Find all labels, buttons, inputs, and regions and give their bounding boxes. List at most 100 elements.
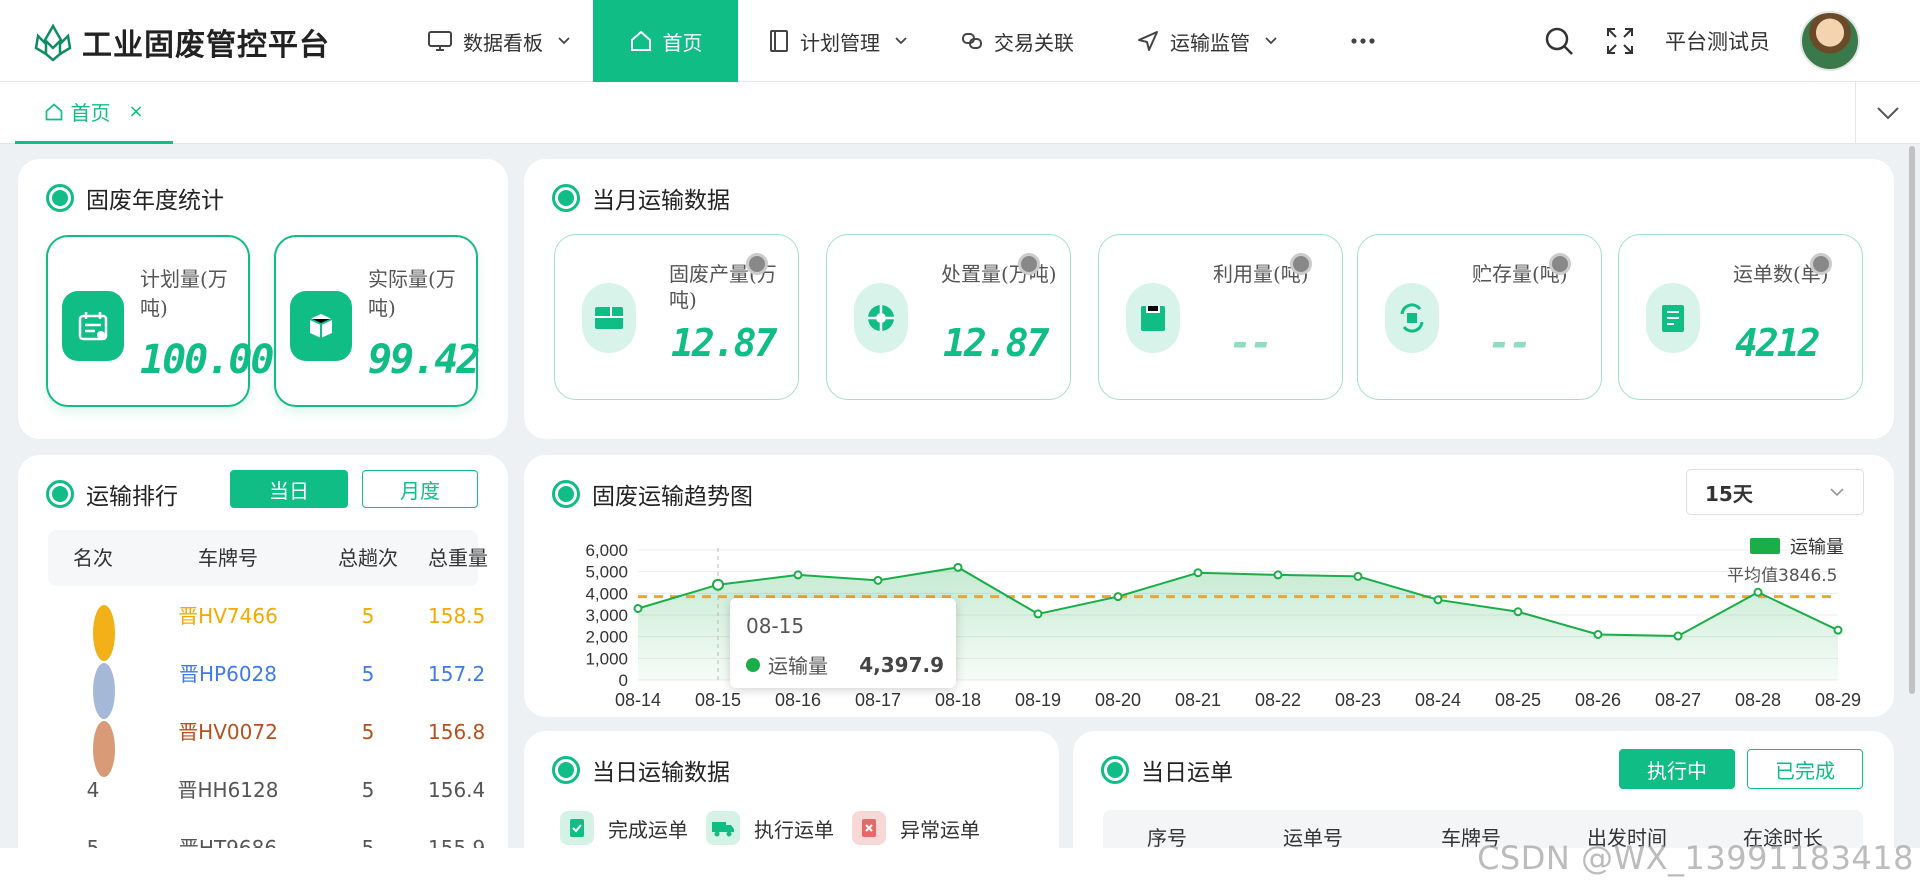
ranking-table-header: 名次 车牌号 总趟次 总重量 <box>48 530 488 586</box>
data-point <box>1673 631 1683 641</box>
link-icon[interactable] <box>1018 253 1040 275</box>
weight-cell: 156.4 <box>428 778 486 802</box>
y-tick-label: 6,000 <box>585 541 628 560</box>
trips-cell: 5 <box>361 604 375 628</box>
orders-done-tab[interactable]: 已完成 <box>1747 749 1863 789</box>
truck-icon <box>706 811 740 845</box>
range-select[interactable]: 15天 <box>1686 469 1864 515</box>
ranking-month-tab[interactable]: 月度 <box>362 470 478 508</box>
chart-tooltip: 08-15 运输量 4,397.9 <box>730 598 956 688</box>
avatar[interactable] <box>1800 11 1860 71</box>
nav-item-transport[interactable]: 运输监管 <box>1096 0 1300 82</box>
plate-cell: 晋HT9686 <box>178 836 278 849</box>
link-icon[interactable] <box>1290 253 1312 275</box>
x-tick-label: 08-26 <box>1575 690 1621 710</box>
box-icon <box>290 291 352 361</box>
orders-title: 当日运单 <box>1141 760 1233 786</box>
data-point <box>1033 609 1043 619</box>
y-tick-label: 0 <box>619 671 628 690</box>
title-dot-icon <box>1101 756 1129 784</box>
legend-exception[interactable]: 异常运单 <box>852 811 980 845</box>
monthly-value: -- <box>1488 321 1532 365</box>
monitor-icon <box>428 31 452 51</box>
annual-actual-label: 实际量(万吨) <box>368 267 456 320</box>
page-scrollbar[interactable] <box>1907 144 1917 694</box>
data-point <box>1753 587 1763 597</box>
nav-label-home: 首页 <box>662 30 703 55</box>
legend-swatch <box>1750 538 1780 554</box>
tabs-bar: 首页 × <box>0 82 1920 144</box>
legend-running[interactable]: 执行运单 <box>706 811 834 845</box>
home-icon <box>630 30 651 51</box>
title-dot-icon <box>46 480 74 508</box>
tabs-dropdown-button[interactable] <box>1855 82 1920 144</box>
trend-title: 固废运输趋势图 <box>592 484 753 510</box>
fullscreen-icon[interactable] <box>1605 26 1635 56</box>
monthly-item-utilization[interactable]: 利用量(吨) -- <box>1098 234 1343 400</box>
chevron-down-icon <box>1265 37 1277 45</box>
header-actions: 平台测试员 <box>1543 0 1860 82</box>
link-icon[interactable] <box>746 253 768 275</box>
data-point <box>633 604 643 613</box>
dashboard-content: 固废年度统计 计划量(万吨) 100.00 实际量(万吨) 99.42 当月运输… <box>0 144 1920 849</box>
nav-item-trade[interactable]: 交易关联 <box>930 0 1096 82</box>
complete-icon <box>560 811 594 845</box>
legend-label: 异常运单 <box>900 817 980 842</box>
y-tick-label: 3,000 <box>585 606 628 625</box>
nav-item-dashboard[interactable]: 数据看板 <box>405 0 593 82</box>
data-point <box>1193 568 1203 578</box>
nav-label-dashboard: 数据看板 <box>463 30 543 55</box>
data-point <box>1273 570 1283 580</box>
table-row[interactable]: 4 晋HH6128 5 156.4 <box>48 762 486 818</box>
trips-cell: 5 <box>361 662 375 686</box>
tab-home[interactable]: 首页 × <box>15 82 173 144</box>
close-icon[interactable]: × <box>128 101 143 122</box>
watermark: CSDN @WX_13991183418 <box>1477 839 1914 877</box>
rank-cell <box>48 588 138 661</box>
monthly-item-disposal[interactable]: 处置量(万吨) 12.87 <box>826 234 1071 400</box>
table-row[interactable]: 5 晋HT9686 5 155.9 <box>48 820 486 849</box>
x-tick-label: 08-16 <box>775 690 821 710</box>
orders-running-tab[interactable]: 执行中 <box>1619 749 1735 789</box>
monthly-item-storage[interactable]: 贮存量(吨) -- <box>1357 234 1602 400</box>
daily-transport-card: 当日运输数据 完成运单 执行运单 异常运单 <box>524 731 1059 849</box>
tooltip-row: 运输量 4,397.9 <box>746 650 944 679</box>
nav-more-button[interactable] <box>1300 0 1408 82</box>
x-tick-label: 08-14 <box>615 690 661 710</box>
table-row[interactable]: 晋HP6028 5 157.2 <box>48 646 485 719</box>
rank-cell: 5 <box>86 836 100 849</box>
card-title: 当月运输数据 <box>552 181 730 215</box>
ranking-day-tab[interactable]: 当日 <box>230 470 348 508</box>
weight-cell: 155.9 <box>428 836 486 849</box>
data-point <box>1113 592 1123 602</box>
col-trips: 总趟次 <box>338 546 398 570</box>
rank-cell <box>48 704 138 777</box>
legend-complete[interactable]: 完成运单 <box>560 811 688 845</box>
card-title: 当日运单 <box>1101 753 1233 787</box>
table-row[interactable]: 晋HV0072 5 156.8 <box>48 704 485 777</box>
nav-item-home[interactable]: 首页 <box>593 0 738 82</box>
link-icon[interactable] <box>1810 253 1832 275</box>
logo-icon <box>34 23 72 62</box>
x-tick-label: 08-24 <box>1415 690 1461 710</box>
user-name[interactable]: 平台测试员 <box>1665 26 1770 56</box>
legend-label: 执行运单 <box>754 817 834 842</box>
app-logo[interactable]: 工业固废管控平台 <box>32 20 330 64</box>
trips-cell: 5 <box>361 836 375 849</box>
navigation-icon <box>1138 31 1158 51</box>
search-icon[interactable] <box>1543 25 1575 57</box>
col-rank: 名次 <box>73 546 113 570</box>
nav-item-plan[interactable]: 计划管理 <box>738 0 930 82</box>
table-row[interactable]: 晋HV7466 5 158.5 <box>48 588 485 661</box>
data-point <box>953 562 963 572</box>
link-icon[interactable] <box>1549 253 1571 275</box>
scrollbar-thumb[interactable] <box>1909 146 1915 694</box>
chevron-down-icon <box>558 37 570 45</box>
daily-orders-card: 当日运单 执行中 已完成 序号 运单号 车牌号 出发时间 在途时长 <box>1073 731 1894 849</box>
ranking-card: 运输排行 当日 月度 名次 车牌号 总趟次 总重量 晋HV7466 5 158.… <box>18 455 508 849</box>
tooltip-dot-icon <box>746 657 760 672</box>
x-tick-label: 08-23 <box>1335 690 1381 710</box>
monthly-item-production[interactable]: 固废产量(万吨) 12.87 <box>554 234 799 400</box>
monthly-item-waybill[interactable]: 运单数(单) 4212 <box>1618 234 1863 400</box>
link-icon <box>962 33 982 49</box>
